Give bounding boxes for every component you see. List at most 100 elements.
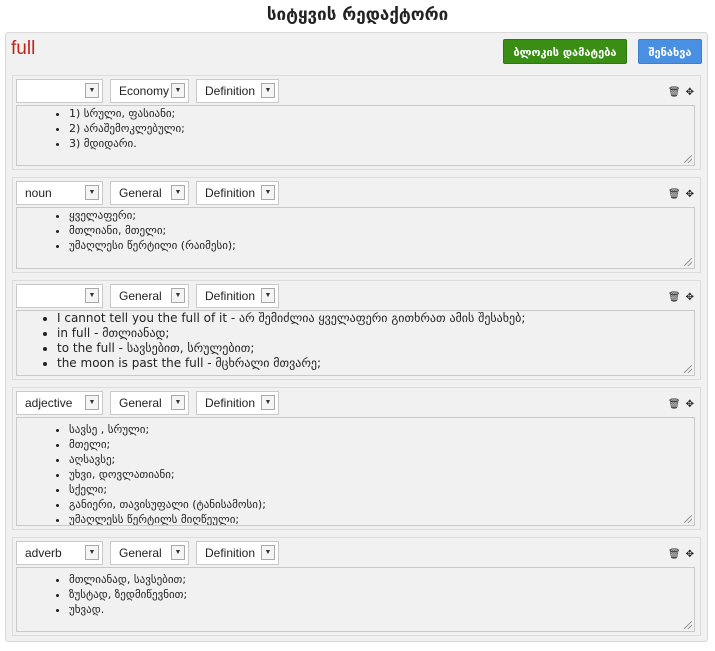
chevron-down-icon: ▼ [261,288,275,303]
chevron-down-icon: ▼ [85,185,99,200]
list-item: მთელი; [69,437,694,452]
block-kind-select[interactable]: Definition ▼ [196,541,279,565]
definition-list: I cannot tell you the full of it - არ შე… [17,311,694,371]
field-select[interactable]: General ▼ [110,541,189,565]
list-item: განიერი, თავისუფალი (ტანისამოსი); [69,497,694,512]
part-of-speech-select[interactable]: ▼ [16,284,103,308]
list-item: მთლიანად, სავსებით; [69,572,694,587]
move-icon[interactable]: ✥ [686,399,694,410]
block-kind-select[interactable]: Definition ▼ [196,79,279,103]
trash-icon[interactable]: 🗑 [668,189,681,200]
field-select[interactable]: General ▼ [110,391,189,415]
field-select[interactable]: General ▼ [110,284,189,308]
trash-icon[interactable]: 🗑 [668,292,681,303]
field-value: General [119,396,162,410]
part-of-speech-value: adverb [25,546,62,560]
list-item: უმაღლესს წერტილს მიღწეული; [69,512,694,525]
chevron-down-icon: ▼ [171,545,185,560]
list-item: 1) სრული, ფასიანი; [69,106,694,121]
definition-block: adjective▼ General▼ Definition▼ 🗑✥ სავსე… [12,387,701,530]
list-item: აღსავსე; [69,452,694,467]
block-content-editor[interactable]: I cannot tell you the full of it - არ შე… [16,310,695,376]
block-kind-value: Definition [205,289,256,303]
chevron-down-icon: ▼ [85,83,99,98]
part-of-speech-value: adjective [25,396,73,410]
headword: full [11,38,36,59]
list-item: I cannot tell you the full of it - არ შე… [57,311,694,326]
move-icon[interactable]: ✥ [686,549,694,560]
trash-icon[interactable]: 🗑 [668,549,681,560]
field-select[interactable]: General ▼ [110,181,189,205]
list-item: მთლიანი, მთელი; [69,223,694,238]
list-item: ზუსტად, ზედმიწევნით; [69,587,694,602]
part-of-speech-select[interactable]: ▼ [16,79,103,103]
list-item: სავსე , სრული; [69,422,694,437]
add-block-button[interactable]: ბლოკის დამატება [503,39,627,64]
list-item: სქელი; [69,482,694,497]
block-content-editor[interactable]: 1) სრული, ფასიანი; 2) არაშემოკლებული; 3)… [16,105,695,166]
list-item: ყველაფერი; [69,208,694,223]
block-content-editor[interactable]: მთლიანად, სავსებით; ზუსტად, ზედმიწევნით;… [16,567,695,632]
field-select[interactable]: Economy ▼ [110,79,189,103]
block-kind-select[interactable]: Definition ▼ [196,181,279,205]
definition-list: 1) სრული, ფასიანი; 2) არაშემოკლებული; 3)… [17,106,694,151]
block-kind-value: Definition [205,396,256,410]
chevron-down-icon: ▼ [261,185,275,200]
resize-handle[interactable] [684,155,692,163]
chevron-down-icon: ▼ [85,288,99,303]
resize-handle[interactable] [684,258,692,266]
chevron-down-icon: ▼ [261,83,275,98]
definition-list: სავსე , სრული; მთელი; აღსავსე; უხვი, დოვ… [17,418,694,525]
chevron-down-icon: ▼ [261,545,275,560]
chevron-down-icon: ▼ [85,545,99,560]
list-item: უმაღლესი წერტილი (რაიმესი); [69,238,694,253]
block-kind-value: Definition [205,546,256,560]
part-of-speech-select[interactable]: noun ▼ [16,181,103,205]
page-title: სიტყვის რედაქტორი [266,5,449,25]
save-button[interactable]: შენახვა [638,39,702,64]
chevron-down-icon: ▼ [171,395,185,410]
field-value: Economy [119,84,170,98]
resize-handle[interactable] [684,365,692,373]
trash-icon[interactable]: 🗑 [668,399,681,410]
block-tools: 🗑 ✥ [663,292,694,304]
definition-block: ▼ General▼ Definition▼ 🗑✥ I cannot tell … [12,280,701,380]
field-value: General [119,186,162,200]
block-tools: 🗑 ✥ [663,189,694,201]
list-item: უხვად. [69,602,694,617]
block-tools: 🗑 ✥ [663,87,694,99]
move-icon[interactable]: ✥ [686,189,694,200]
part-of-speech-value: noun [25,186,52,200]
resize-handle[interactable] [684,621,692,629]
block-content-editor[interactable]: ყველაფერი; მთლიანი, მთელი; უმაღლესი წერტ… [16,207,695,269]
list-item: in full - მთლიანად; [57,326,694,341]
move-icon[interactable]: ✥ [686,292,694,303]
block-content-editor[interactable]: სავსე , სრული; მთელი; აღსავსე; უხვი, დოვ… [16,417,695,526]
trash-icon[interactable]: 🗑 [668,87,681,98]
list-item: 2) არაშემოკლებული; [69,121,694,136]
list-item: the moon is past the full - მცხრალი მთვა… [57,356,694,371]
block-tools: 🗑 ✥ [663,549,694,561]
block-kind-select[interactable]: Definition ▼ [196,391,279,415]
word-editor: full ბლოკის დამატება შენახვა ▼ Economy ▼ … [5,32,708,642]
chevron-down-icon: ▼ [171,185,185,200]
block-tools: 🗑 ✥ [663,399,694,411]
block-kind-value: Definition [205,84,256,98]
definition-block: noun▼ General▼ Definition▼ 🗑✥ ყველაფერი;… [12,177,701,273]
list-item: 3) მდიდარი. [69,136,694,151]
definition-list: მთლიანად, სავსებით; ზუსტად, ზედმიწევნით;… [17,568,694,617]
move-icon[interactable]: ✥ [686,87,694,98]
part-of-speech-select[interactable]: adjective ▼ [16,391,103,415]
resize-handle[interactable] [684,515,692,523]
list-item: უხვი, დოვლათიანი; [69,467,694,482]
part-of-speech-select[interactable]: adverb ▼ [16,541,103,565]
chevron-down-icon: ▼ [171,83,185,98]
chevron-down-icon: ▼ [85,395,99,410]
block-kind-select[interactable]: Definition ▼ [196,284,279,308]
list-item: to the full - სავსებით, სრულებით; [57,341,694,356]
definition-list: ყველაფერი; მთლიანი, მთელი; უმაღლესი წერტ… [17,208,694,253]
definition-block: adverb▼ General▼ Definition▼ 🗑✥ მთლიანად… [12,537,701,636]
definition-block: ▼ Economy▼ Definition▼ 🗑✥ 1) სრული, ფასი… [12,75,701,170]
block-kind-value: Definition [205,186,256,200]
field-value: General [119,289,162,303]
